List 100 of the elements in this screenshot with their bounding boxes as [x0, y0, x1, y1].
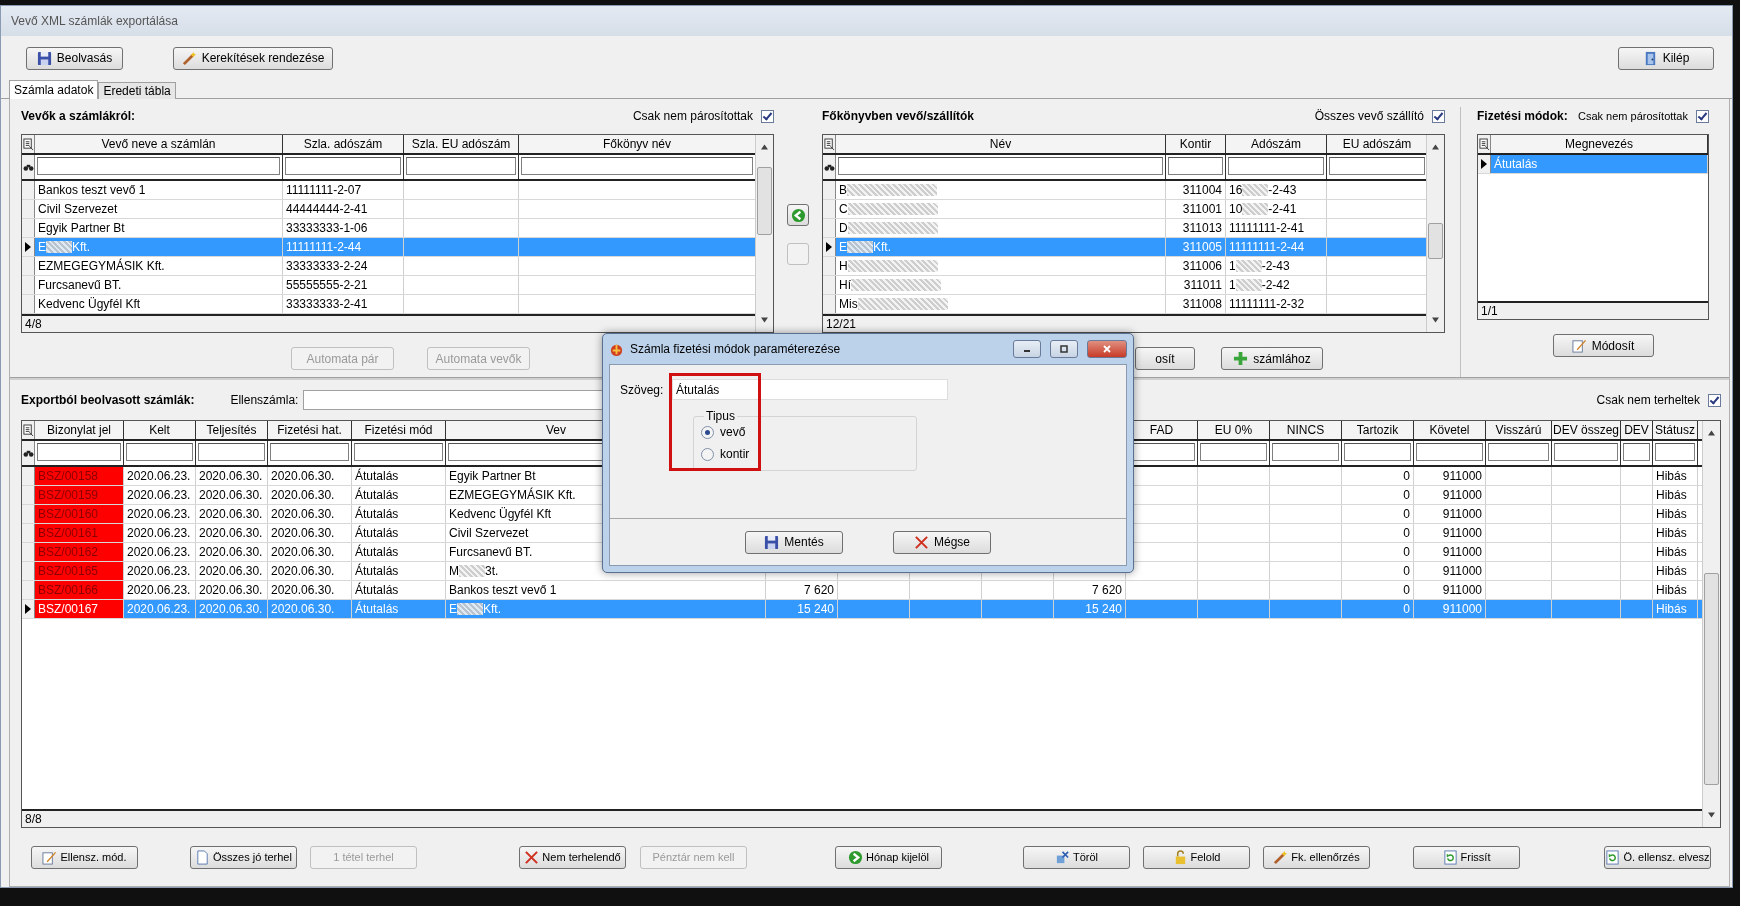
table-cell: 2020.06.30. [196, 505, 268, 523]
table-cell: Bankos teszt vevő 1 [35, 181, 283, 199]
table-cell: Átutalás [352, 524, 446, 542]
table-cell: Mis [836, 295, 1166, 313]
table-cell: BSZ/00160 [35, 505, 124, 523]
window-title: Vevő XML számlák exportálása [1, 6, 1732, 36]
panel-title: Exportból beolvasott számlák: [21, 393, 195, 407]
table-cell: 2020.06.23. [124, 524, 196, 542]
table-cell: E Kft. [446, 600, 766, 618]
table-cell: 2020.06.30. [196, 486, 268, 504]
table-cell: 0 [1342, 562, 1414, 580]
table-cell: BSZ/00162 [35, 543, 124, 561]
table-cell: Bankos teszt vevő 1 [446, 581, 766, 599]
table-cell: 11111111-2-41 [1226, 219, 1327, 237]
table-cell: H [836, 257, 1166, 275]
table-cell: Hibás [1653, 524, 1698, 542]
table-cell: 7 620 [1054, 581, 1126, 599]
table-cell: 311011 [1166, 276, 1226, 294]
table-cell: BSZ/00167 [35, 600, 124, 618]
table-cell: 2020.06.23. [124, 505, 196, 523]
table-cell: 2020.06.30. [196, 581, 268, 599]
table-cell: 33333333-2-24 [283, 257, 404, 275]
table-cell: 311006 [1166, 257, 1226, 275]
field-label: Ellenszámla: [230, 393, 299, 407]
table-cell: 311004 [1166, 181, 1226, 199]
table-cell: 311001 [1166, 200, 1226, 218]
table-cell: 2020.06.23. [124, 543, 196, 561]
field-label: Szöveg: [620, 382, 662, 397]
table-cell: 11111111-2-44 [1226, 238, 1327, 256]
table-cell: 911000 [1414, 467, 1486, 485]
group-label: Tipus [704, 409, 737, 423]
table-cell: 16 -2-43 [1226, 181, 1327, 199]
table-cell: 2020.06.30. [196, 600, 268, 618]
radio-label: vevő [720, 425, 746, 439]
table-cell: Átutalás [352, 486, 446, 504]
table-cell: Furcsanevű BT. [35, 276, 283, 294]
table-cell: 911000 [1414, 505, 1486, 523]
table-cell: Hibás [1653, 581, 1698, 599]
table-cell: D [836, 219, 1166, 237]
table-cell: 15 240 [1054, 600, 1126, 618]
table-cell: 2020.06.30. [196, 543, 268, 561]
table-cell: 311008 [1166, 295, 1226, 313]
record-count: 4/8 [22, 314, 755, 332]
table-cell: 2020.06.30. [268, 600, 352, 618]
table-cell: Átutalás [352, 600, 446, 618]
table-cell: 2020.06.30. [196, 467, 268, 485]
table-cell: B [836, 181, 1166, 199]
table-cell: 0 [1342, 600, 1414, 618]
table-cell: 911000 [1414, 524, 1486, 542]
table-cell: 911000 [1414, 486, 1486, 504]
table-cell: 311005 [1166, 238, 1226, 256]
table-cell: 1 -2-43 [1226, 257, 1327, 275]
table-cell: Átutalás [352, 505, 446, 523]
record-count: 1/1 [1478, 301, 1708, 319]
table-cell: Hibás [1653, 505, 1698, 523]
checkbox-label: Csak nem párosítottak [1577, 110, 1688, 122]
record-count: 12/21 [823, 314, 1426, 332]
table-cell: Átutalás [352, 562, 446, 580]
radio-label: kontir [720, 447, 750, 461]
table-cell: Hibás [1653, 600, 1698, 618]
table-cell: 2020.06.23. [124, 562, 196, 580]
table-cell: BSZ/00165 [35, 562, 124, 580]
table-cell: 33333333-2-41 [283, 295, 404, 313]
table-cell: 2020.06.23. [124, 467, 196, 485]
panel-title: Fizetési módok: [1477, 109, 1568, 123]
table-cell: Átutalás [352, 467, 446, 485]
table-cell: 0 [1342, 505, 1414, 523]
table-cell: 44444444-2-41 [283, 200, 404, 218]
table-cell: 911000 [1414, 581, 1486, 599]
table-cell: 911000 [1414, 543, 1486, 561]
table-cell: 911000 [1414, 562, 1486, 580]
table-cell: 0 [1342, 467, 1414, 485]
table-cell: 911000 [1414, 600, 1486, 618]
table-cell: E Kft. [35, 238, 283, 256]
table-cell: 2020.06.30. [268, 581, 352, 599]
table-cell: 2020.06.30. [196, 524, 268, 542]
table-cell: 15 240 [766, 600, 838, 618]
table-cell: 2020.06.30. [196, 562, 268, 580]
panel-title: Vevők a számlákról: [21, 109, 136, 123]
table-cell: Hibás [1653, 562, 1698, 580]
table-cell: Hibás [1653, 467, 1698, 485]
table-cell: E Kft. [836, 238, 1166, 256]
table-cell: Hí [836, 276, 1166, 294]
table-cell: 7 620 [766, 581, 838, 599]
table-cell: 2020.06.30. [268, 505, 352, 523]
table-cell: Hibás [1653, 486, 1698, 504]
record-count: 8/8 [22, 809, 1702, 827]
table-cell: BSZ/00159 [35, 486, 124, 504]
checkbox-label: Csak nem terheltek [1596, 393, 1700, 407]
table-cell: 2020.06.30. [268, 486, 352, 504]
table-cell: 33333333-1-06 [283, 219, 404, 237]
table-cell: Kedvenc Ügyfél Kft [35, 295, 283, 313]
table-cell: 0 [1342, 524, 1414, 542]
table-cell: 0 [1342, 486, 1414, 504]
table-cell: 2020.06.30. [268, 543, 352, 561]
table-cell: Hibás [1653, 543, 1698, 561]
table-cell: BSZ/00158 [35, 467, 124, 485]
table-cell: 11111111-2-44 [283, 238, 404, 256]
table-cell: 2020.06.30. [268, 562, 352, 580]
table-cell: BSZ/00166 [35, 581, 124, 599]
